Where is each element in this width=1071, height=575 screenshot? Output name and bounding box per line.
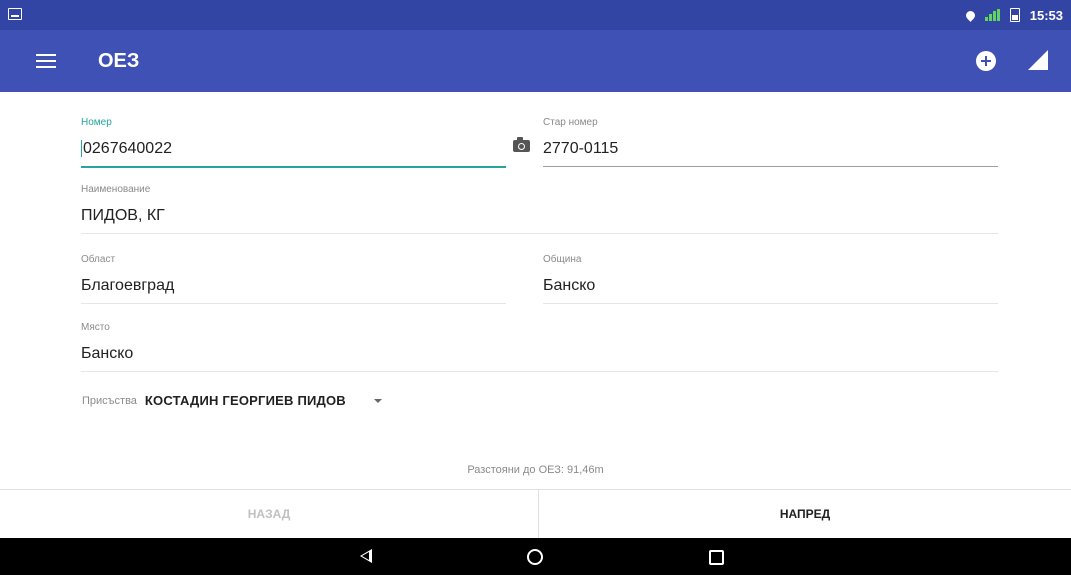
dropdown-arrow-icon[interactable]: [373, 398, 382, 403]
municipality-label: Община: [543, 254, 582, 265]
municipality-input[interactable]: Банско: [543, 277, 998, 295]
cell-signal-icon: [984, 9, 1000, 21]
status-bar: 15:53: [0, 0, 1071, 30]
region-label: Област: [81, 254, 116, 265]
button-bar: НАЗАД НАПРЕД: [0, 489, 1071, 538]
status-time: 15:53: [1029, 7, 1063, 23]
region-field[interactable]: Област Благоевград: [81, 254, 506, 304]
place-input[interactable]: Банско: [81, 345, 998, 363]
name-label: Наименование: [81, 184, 151, 195]
status-icons: 15:53: [963, 6, 1063, 24]
camera-icon[interactable]: [513, 137, 530, 152]
region-underline: [81, 303, 506, 304]
signal-icon[interactable]: [1028, 50, 1048, 70]
number-field[interactable]: Номер 0267640022: [81, 117, 506, 168]
place-underline: [81, 371, 998, 372]
name-underline: [81, 233, 998, 234]
add-circle-icon[interactable]: [976, 51, 996, 71]
text-cursor: [81, 140, 82, 158]
number-input[interactable]: 0267640022: [83, 140, 172, 157]
nav-back-icon[interactable]: [360, 549, 372, 563]
place-label: Място: [81, 322, 110, 333]
location-icon: [963, 8, 977, 22]
screen-icon: [8, 8, 22, 20]
battery-icon: [1009, 8, 1020, 22]
municipality-field[interactable]: Община Банско: [543, 254, 998, 304]
distance-text: Разстояни до ОЕЗ: 91,46m: [467, 464, 604, 476]
menu-icon[interactable]: [36, 54, 56, 68]
app-bar: ОЕЗ: [0, 30, 1071, 92]
navigation-bar: [0, 538, 1071, 575]
municipality-underline: [543, 303, 998, 304]
place-field[interactable]: Място Банско: [81, 322, 998, 372]
name-field[interactable]: Наименование ПИДОВ, КГ: [81, 184, 998, 234]
page-title: ОЕЗ: [98, 50, 140, 72]
nav-recent-icon[interactable]: [709, 550, 724, 565]
number-label: Номер: [81, 117, 112, 128]
next-button[interactable]: НАПРЕД: [539, 490, 1071, 538]
present-dropdown[interactable]: Присъства КОСТАДИН ГЕОРГИЕВ ПИДОВ: [82, 393, 382, 408]
present-label: Присъства: [82, 394, 137, 407]
name-input[interactable]: ПИДОВ, КГ: [81, 207, 998, 225]
old-number-input[interactable]: 2770-0115: [543, 140, 998, 158]
present-value: КОСТАДИН ГЕОРГИЕВ ПИДОВ: [144, 393, 346, 408]
back-button[interactable]: НАЗАД: [0, 490, 539, 538]
old-number-field[interactable]: Стар номер 2770-0115: [543, 117, 998, 167]
nav-home-icon[interactable]: [527, 549, 543, 565]
old-number-underline: [543, 166, 998, 167]
old-number-label: Стар номер: [543, 117, 598, 128]
region-input[interactable]: Благоевград: [81, 277, 506, 295]
number-underline: [81, 166, 506, 168]
